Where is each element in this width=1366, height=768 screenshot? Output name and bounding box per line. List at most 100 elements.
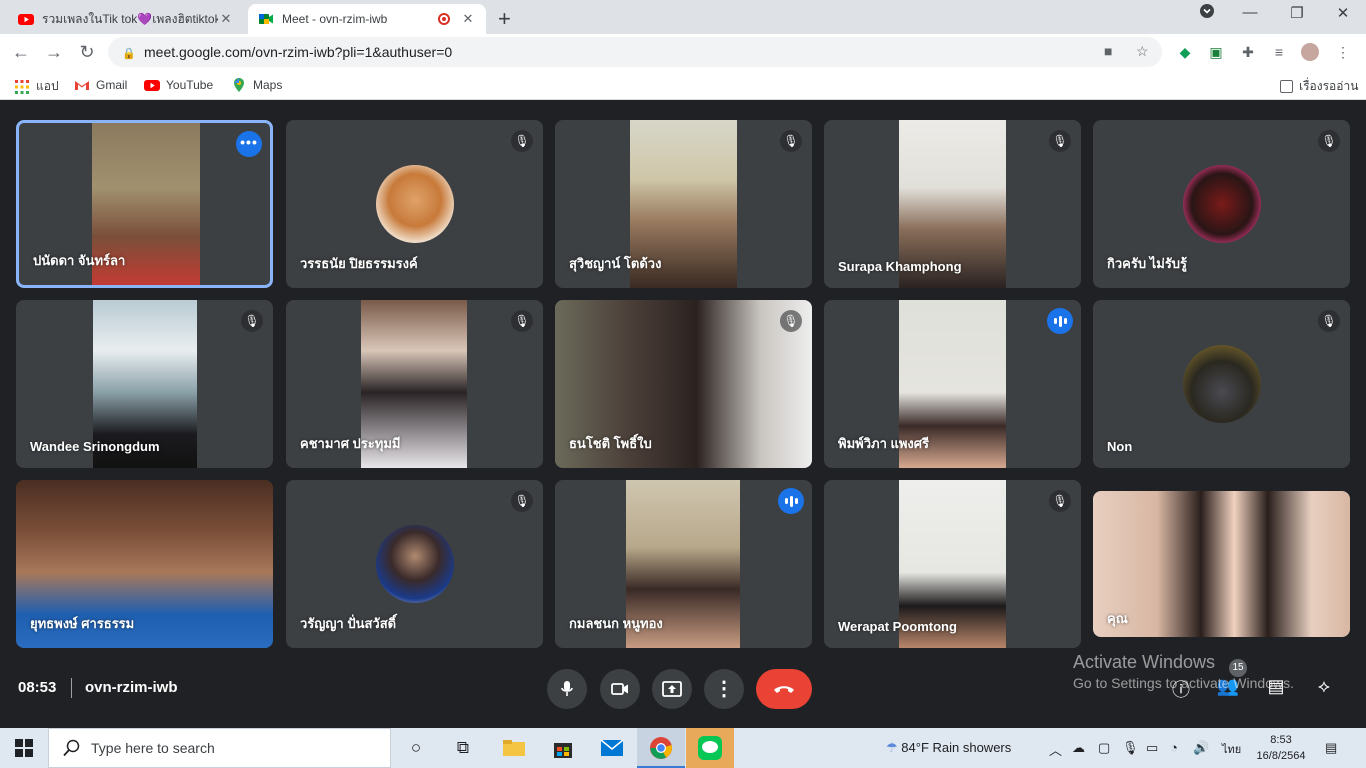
participant-tile-5[interactable]: 🎙 กิวครับ ไม่รับรู้: [1093, 120, 1350, 288]
participant-name: พิมพ์วิภา แพงศรี: [838, 436, 930, 451]
participant-name: Surapa Khamphong: [838, 259, 962, 274]
tab-title: Meet - ovn-rzim-iwb: [282, 12, 388, 26]
system-clock[interactable]: 8:53 16/8/2564: [1256, 732, 1306, 764]
participant-name: สุวิชญาน์ โตด้วง: [569, 256, 662, 271]
leave-call-button[interactable]: [756, 669, 812, 709]
new-tab-button[interactable]: +: [498, 6, 511, 32]
browser-tab-strip: รวมเพลงในTik tok💜เพลงฮิตtiktok 2 ✕ Meet …: [0, 0, 1366, 34]
line-app-icon: [698, 736, 722, 760]
address-bar[interactable]: 🔒 meet.google.com/ovn-rzim-iwb?pli=1&aut…: [108, 37, 1162, 67]
bookmarks-bar: แอป Gmail YouTube Maps เรื่องรออ่าน: [0, 70, 1366, 100]
mic-off-icon: 🎙: [1049, 490, 1071, 512]
maps-icon: [234, 78, 244, 92]
more-options-button[interactable]: ⋮: [704, 669, 744, 709]
more-options-icon[interactable]: •••: [236, 131, 262, 157]
forward-button[interactable]: →: [42, 40, 66, 64]
activate-windows-watermark: Activate Windows Go to Settings to activ…: [1073, 652, 1294, 691]
bookmark-gmail[interactable]: Gmail: [74, 77, 127, 93]
participant-tile-7[interactable]: 🎙 คชามาศ ประทุมมี: [286, 300, 543, 468]
participant-tile-1[interactable]: ••• ปนัดดา จันทร์ลา: [16, 120, 273, 288]
participant-tile-11[interactable]: ยุทธพงษ์ ศารธรรม: [16, 480, 273, 648]
tab-meet[interactable]: Meet - ovn-rzim-iwb ✕: [248, 4, 486, 34]
volume-icon[interactable]: 🔊: [1193, 740, 1209, 756]
bookmark-label: Gmail: [96, 78, 128, 92]
bookmark-star-icon[interactable]: ☆: [1136, 43, 1149, 60]
chevron-up-icon[interactable]: ︿: [1049, 740, 1062, 759]
weather-widget[interactable]: ☂ 84°F Rain showers: [886, 740, 1011, 756]
participant-tile-6[interactable]: 🎙 Wandee Srinongdum: [16, 300, 273, 468]
avatar: [1182, 165, 1261, 243]
extension-shield-icon[interactable]: ◆: [1176, 43, 1194, 61]
url-text: meet.google.com/ovn-rzim-iwb?pli=1&authu…: [144, 44, 453, 60]
participant-tile-2[interactable]: 🎙 วรรธนัย ปิยธรรมรงค์: [286, 120, 543, 288]
participant-name: วรัญญา ปั่นสวัสดิ์: [300, 616, 397, 631]
extensions-puzzle-icon[interactable]: ✚: [1239, 43, 1257, 61]
participant-tile-14[interactable]: 🎙 Werapat Poomtong: [824, 480, 1081, 648]
meet-tray-icon[interactable]: ▢: [1098, 740, 1110, 756]
bookmark-maps[interactable]: Maps: [231, 77, 282, 93]
camera-button[interactable]: [600, 669, 640, 709]
close-tab-icon[interactable]: ✕: [460, 11, 476, 27]
wifi-icon[interactable]: ◔: [1170, 740, 1178, 755]
battery-icon[interactable]: ▭: [1146, 740, 1158, 756]
task-view-icon[interactable]: ⧉: [451, 736, 475, 760]
cortana-icon[interactable]: ○: [404, 736, 428, 760]
participant-tile-3[interactable]: 🎙 สุวิชญาน์ โตด้วง: [555, 120, 812, 288]
participant-name: คชามาศ ประทุมมี: [300, 436, 401, 451]
divider: [71, 678, 72, 698]
notifications-icon[interactable]: ▤: [1325, 740, 1337, 756]
participant-tile-9[interactable]: พิมพ์วิภา แพงศรี: [824, 300, 1081, 468]
participant-name: กิวครับ ไม่รับรู้: [1107, 256, 1188, 271]
microphone-tray-icon[interactable]: 🎙: [1122, 740, 1139, 756]
reading-list[interactable]: เรื่องรออ่าน: [1280, 77, 1358, 96]
tab-search-icon[interactable]: [1192, 4, 1222, 22]
back-button[interactable]: ←: [9, 40, 33, 64]
microphone-button[interactable]: [547, 669, 587, 709]
tab-title: รวมเพลงในTik tok💜เพลงฮิตtiktok 2: [42, 11, 218, 26]
hang-up-icon: [774, 686, 794, 693]
taskbar-store[interactable]: [539, 728, 587, 768]
reload-button[interactable]: ↻: [75, 40, 99, 64]
taskbar-line[interactable]: [686, 728, 734, 768]
extension-sheets-icon[interactable]: ▣: [1207, 43, 1225, 61]
media-control-icon[interactable]: ≡: [1270, 43, 1288, 61]
minimize-button[interactable]: —: [1235, 4, 1265, 21]
bookmark-apps[interactable]: แอป: [14, 77, 59, 96]
participant-tile-8[interactable]: 🎙 ธนโชติ โพธิ์ใบ: [555, 300, 812, 468]
camera-icon: [611, 682, 628, 695]
start-button[interactable]: [0, 728, 48, 768]
participant-video: [1093, 491, 1350, 637]
taskbar-chrome[interactable]: [637, 728, 685, 768]
reading-list-icon: [1280, 80, 1293, 93]
mic-off-icon: 🎙: [1318, 130, 1340, 152]
present-screen-button[interactable]: [652, 669, 692, 709]
tab-youtube[interactable]: รวมเพลงในTik tok💜เพลงฮิตtiktok 2 ✕: [8, 4, 244, 34]
onedrive-icon[interactable]: ☁: [1072, 740, 1085, 756]
camera-blocked-icon[interactable]: ■: [1104, 43, 1112, 59]
maximize-button[interactable]: ❐: [1282, 4, 1312, 22]
taskbar-search-box[interactable]: Type here to search: [48, 728, 391, 768]
close-tab-icon[interactable]: ✕: [218, 11, 234, 27]
participant-name: Non: [1107, 439, 1133, 454]
weather-icon: ☂: [886, 740, 898, 755]
activities-icon[interactable]: ⟡: [1311, 676, 1337, 697]
profile-avatar[interactable]: [1301, 43, 1319, 61]
meeting-time: 08:53: [18, 679, 57, 696]
menu-kebab-icon[interactable]: ⋮: [1334, 43, 1352, 61]
clock-date: 16/8/2564: [1256, 750, 1306, 762]
bookmark-youtube[interactable]: YouTube: [144, 77, 213, 93]
participant-tile-4[interactable]: 🎙 Surapa Khamphong: [824, 120, 1081, 288]
taskbar-mail[interactable]: [588, 728, 636, 768]
participant-tile-13[interactable]: กมลชนก หนูทอง: [555, 480, 812, 648]
participant-tile-10[interactable]: 🎙 Non: [1093, 300, 1350, 468]
mic-off-icon: 🎙: [511, 490, 533, 512]
clock-time: 8:53: [1270, 734, 1292, 746]
watermark-subtitle: Go to Settings to activate Windows.: [1073, 675, 1294, 691]
bookmark-label: Maps: [253, 78, 283, 92]
participant-tile-self[interactable]: คุณ: [1093, 491, 1350, 637]
taskbar-file-explorer[interactable]: [490, 728, 538, 768]
language-indicator[interactable]: ไทย: [1222, 740, 1241, 758]
close-window-button[interactable]: ✕: [1328, 4, 1358, 22]
bookmark-label: YouTube: [166, 78, 214, 92]
participant-tile-12[interactable]: 🎙 วรัญญา ปั่นสวัสดิ์: [286, 480, 543, 648]
